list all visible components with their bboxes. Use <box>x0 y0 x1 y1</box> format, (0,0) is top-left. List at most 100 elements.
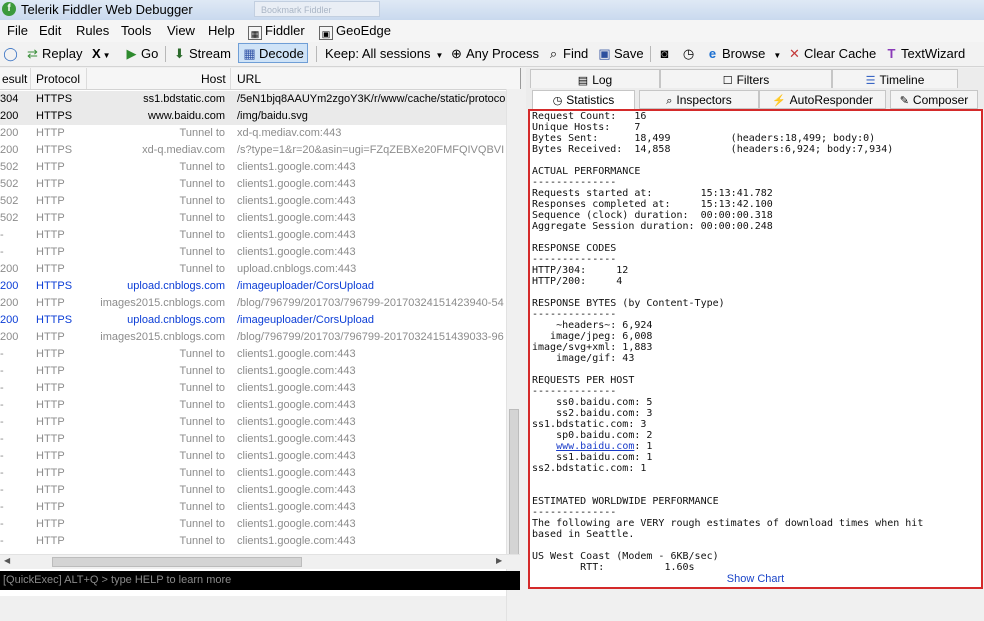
menu-geoedge[interactable]: ▣ GeoEdge <box>319 23 391 40</box>
menu-edit[interactable]: Edit <box>39 23 61 38</box>
protocol-cell: HTTP <box>36 501 65 513</box>
protocol-cell: HTTP <box>36 348 65 360</box>
protocol-cell: HTTP <box>36 535 65 547</box>
url-cell: clients1.google.com:443 <box>237 229 356 241</box>
table-row[interactable]: - HTTP Tunnel to clients1.google.com:443 <box>0 431 506 448</box>
session-list-vscrollbar[interactable] <box>506 89 521 621</box>
result-cell: - <box>0 365 4 377</box>
menu-fiddler[interactable]: ▦ Fiddler <box>248 23 305 40</box>
host-link-count: : 1 <box>634 441 653 452</box>
replay-button[interactable]: ⇄ Replay <box>25 45 82 63</box>
statistics-text: Request Count: 16 Unique Hosts: 7 Bytes … <box>530 111 981 573</box>
table-row[interactable]: 200 HTTP images2015.cnblogs.com/blog/79679… <box>0 329 506 346</box>
fiddler-grid-icon: ▦ <box>248 26 262 40</box>
tab-inspectors[interactable]: ⌕ Inspectors <box>639 90 759 109</box>
col-result[interactable]: esult <box>2 72 27 86</box>
url-cell: clients1.google.com:443 <box>237 382 356 394</box>
table-row[interactable]: 304 HTTPS ss1.bdstatic.com/5eN1bjq8AAUYm2z… <box>0 91 506 108</box>
result-cell: 200 <box>0 314 19 326</box>
table-row[interactable]: - HTTP Tunnel to clients1.google.com:443 <box>0 499 506 516</box>
tab-statistics[interactable]: ◷ Statistics <box>532 90 635 109</box>
url-cell: clients1.google.com:443 <box>237 433 356 445</box>
host-cell: Tunnel to <box>179 212 225 224</box>
result-cell: - <box>0 484 4 496</box>
keep-sessions-dropdown[interactable]: Keep: All sessions ▼ <box>325 45 443 63</box>
tab-filters[interactable]: ☐ Filters <box>660 69 832 88</box>
stream-label: Stream <box>189 46 231 61</box>
table-row[interactable]: - HTTP Tunnel to clients1.google.com:443 <box>0 244 506 261</box>
url-cell: clients1.google.com:443 <box>237 416 356 428</box>
table-row[interactable]: - HTTP Tunnel to clients1.google.com:443 <box>0 516 506 533</box>
screenshot-button[interactable]: ◙ <box>657 45 674 63</box>
protocol-cell: HTTP <box>36 484 65 496</box>
table-row[interactable]: 200 HTTPS xd-q.mediav.com/s?type=1&r=20&as… <box>0 142 506 159</box>
any-process-button[interactable]: ⊕ Any Process <box>449 45 539 63</box>
col-protocol[interactable]: Protocol <box>36 72 80 86</box>
result-cell: 502 <box>0 178 19 190</box>
comment-button[interactable]: ◯ <box>3 45 20 63</box>
table-row[interactable]: 502 HTTP Tunnel to clients1.google.com:443 <box>0 159 506 176</box>
save-button[interactable]: ▣ Save <box>597 45 643 63</box>
table-row[interactable]: 502 HTTP Tunnel to clients1.google.com:443 <box>0 193 506 210</box>
protocol-cell: HTTP <box>36 263 65 275</box>
menu-tools[interactable]: Tools <box>121 23 151 38</box>
table-row[interactable]: - HTTP Tunnel to clients1.google.com:443 <box>0 533 506 550</box>
show-chart-link[interactable]: Show Chart <box>530 573 981 585</box>
table-row[interactable]: - HTTP Tunnel to clients1.google.com:443 <box>0 363 506 380</box>
hscroll-thumb[interactable] <box>52 557 302 567</box>
result-cell: - <box>0 501 4 513</box>
table-row[interactable]: - HTTP Tunnel to clients1.google.com:443 <box>0 448 506 465</box>
menu-help[interactable]: Help <box>208 23 235 38</box>
clear-cache-button[interactable]: ✕ Clear Cache <box>787 45 876 63</box>
find-label: Find <box>563 46 589 61</box>
table-row[interactable]: 200 HTTP images2015.cnblogs.com/blog/79679… <box>0 295 506 312</box>
table-row[interactable]: 200 HTTPS upload.cnblogs.com/imageuploader… <box>0 278 506 295</box>
col-host[interactable]: Host <box>201 72 226 86</box>
table-row[interactable]: 502 HTTP Tunnel to clients1.google.com:443 <box>0 210 506 227</box>
protocol-cell: HTTP <box>36 331 65 343</box>
tab-log[interactable]: ▤ Log <box>530 69 660 88</box>
decode-button[interactable]: ▦ Decode <box>238 43 308 63</box>
geoedge-icon: ▣ <box>319 26 333 40</box>
table-row[interactable]: 502 HTTP Tunnel to clients1.google.com:443 <box>0 176 506 193</box>
menu-rules[interactable]: Rules <box>76 23 109 38</box>
host-cell: Tunnel to <box>179 518 225 530</box>
table-row[interactable]: 200 HTTPS www.baidu.com/img/baidu.svg <box>0 108 506 125</box>
host-link-www-baidu[interactable]: www.baidu.com <box>556 441 634 452</box>
menu-view[interactable]: View <box>167 23 195 38</box>
table-row[interactable]: - HTTP Tunnel to clients1.google.com:443 <box>0 397 506 414</box>
host-cell: Tunnel to <box>179 450 225 462</box>
find-button[interactable]: ⌕ Find <box>546 45 588 63</box>
quickexec-input[interactable]: [QuickExec] ALT+Q > type HELP to learn m… <box>0 571 520 590</box>
go-button[interactable]: ▶ Go <box>124 45 159 63</box>
tab-autoresponder[interactable]: ⚡ AutoResponder <box>759 90 886 109</box>
statistics-pane: Request Count: 16 Unique Hosts: 7 Bytes … <box>528 109 983 589</box>
table-row[interactable]: - HTTP Tunnel to clients1.google.com:443 <box>0 380 506 397</box>
table-row[interactable]: 200 HTTP Tunnel to xd-q.mediav.com:443 <box>0 125 506 142</box>
tab-composer[interactable]: ✎ Composer <box>890 90 978 109</box>
scroll-right-icon[interactable]: ▶ <box>496 556 502 565</box>
col-url[interactable]: URL <box>237 72 261 86</box>
vscroll-thumb[interactable] <box>509 409 519 559</box>
table-row[interactable]: - HTTP Tunnel to clients1.google.com:443 <box>0 227 506 244</box>
table-row[interactable]: 200 HTTPS upload.cnblogs.com/imageuploader… <box>0 312 506 329</box>
url-cell: clients1.google.com:443 <box>237 178 356 190</box>
table-row[interactable]: 200 HTTP Tunnel to upload.cnblogs.com:443 <box>0 261 506 278</box>
result-cell: 200 <box>0 127 19 139</box>
result-cell: - <box>0 433 4 445</box>
stream-button[interactable]: ⬇ Stream <box>172 45 231 63</box>
scroll-left-icon[interactable]: ◀ <box>4 556 10 565</box>
table-row[interactable]: - HTTP Tunnel to clients1.google.com:443 <box>0 346 506 363</box>
textwizard-button[interactable]: T TextWizard <box>884 45 966 63</box>
table-row[interactable]: - HTTP Tunnel to clients1.google.com:443 <box>0 465 506 482</box>
remove-button[interactable]: X ▼ <box>92 45 111 63</box>
url-cell: clients1.google.com:443 <box>237 399 356 411</box>
browse-button[interactable]: e Browse ▼ <box>705 45 781 63</box>
timer-button[interactable]: ◷ <box>681 45 698 63</box>
table-row[interactable]: - HTTP Tunnel to clients1.google.com:443 <box>0 482 506 499</box>
session-list-hscrollbar[interactable]: ◀ ▶ <box>0 554 520 569</box>
keep-sessions-label: Keep: All sessions <box>325 46 431 61</box>
table-row[interactable]: - HTTP Tunnel to clients1.google.com:443 <box>0 414 506 431</box>
tab-timeline[interactable]: ☰ Timeline <box>832 69 958 88</box>
menu-file[interactable]: File <box>7 23 28 38</box>
